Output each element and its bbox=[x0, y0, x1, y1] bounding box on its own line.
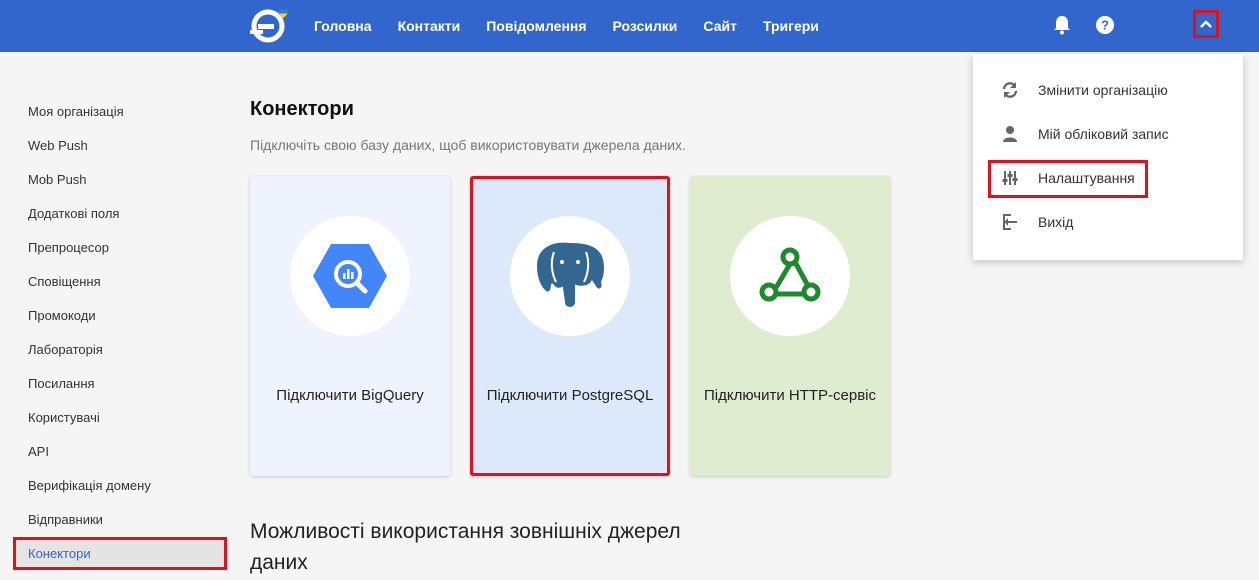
sidebar-item-my-organization[interactable]: Моя організація bbox=[28, 104, 124, 119]
nav-contacts[interactable]: Контакти bbox=[398, 18, 461, 34]
sidebar-item-laboratory[interactable]: Лабораторія bbox=[28, 342, 103, 357]
page-title: Конектори bbox=[250, 98, 354, 120]
account-dropdown-menu: Змінити організацію Мій обліковий запис … bbox=[973, 54, 1243, 260]
postgresql-icon-circle bbox=[510, 216, 630, 336]
nav-home[interactable]: Головна bbox=[314, 18, 372, 34]
nav-messages[interactable]: Повідомлення bbox=[486, 18, 586, 34]
nav-site[interactable]: Сайт bbox=[703, 18, 737, 34]
sidebar-item-links[interactable]: Посилання bbox=[28, 376, 95, 391]
main-nav: Головна Контакти Повідомлення Розсилки С… bbox=[314, 0, 845, 52]
menu-item-label: Налаштування bbox=[1038, 170, 1135, 186]
webhook-icon-circle bbox=[730, 216, 850, 336]
sidebar-item-connectors[interactable]: Конектори bbox=[28, 546, 91, 561]
notification-bell-icon[interactable] bbox=[1051, 14, 1073, 36]
connect-postgresql-label: Підключити PostgreSQL bbox=[486, 387, 654, 404]
nav-triggers[interactable]: Тригери bbox=[763, 18, 819, 34]
connect-postgresql-card[interactable]: Підключити PostgreSQL bbox=[470, 176, 670, 476]
sidebar-item-domain-verification[interactable]: Верифікація домену bbox=[28, 478, 151, 493]
sidebar-item-web-push[interactable]: Web Push bbox=[28, 138, 88, 153]
sidebar-item-users[interactable]: Користувачі bbox=[28, 410, 100, 425]
bigquery-icon-circle bbox=[290, 216, 410, 336]
menu-item-settings[interactable]: Налаштування bbox=[973, 163, 1243, 193]
sync-icon bbox=[1002, 82, 1018, 98]
menu-item-logout[interactable]: Вихід bbox=[973, 207, 1243, 237]
menu-item-change-organization[interactable]: Змінити організацію bbox=[973, 75, 1243, 105]
menu-item-label: Змінити організацію bbox=[1038, 82, 1168, 98]
connect-http-service-card[interactable]: Підключити HTTP-сервіс bbox=[690, 176, 890, 476]
webhook-icon bbox=[759, 247, 821, 302]
bigquery-icon bbox=[313, 244, 387, 308]
sidebar-item-mob-push[interactable]: Mob Push bbox=[28, 172, 87, 187]
sidebar-item-notifications[interactable]: Сповіщення bbox=[28, 274, 101, 289]
section-title: Можливості використання зовнішніх джерел… bbox=[250, 520, 681, 574]
logout-icon bbox=[1003, 214, 1017, 230]
connect-http-service-label: Підключити HTTP-сервіс bbox=[703, 387, 877, 404]
connect-bigquery-card[interactable]: Підключити BigQuery bbox=[250, 176, 450, 476]
chevron-up-icon bbox=[1200, 20, 1212, 28]
menu-item-label: Вихід bbox=[1038, 214, 1074, 230]
sidebar-item-custom-fields[interactable]: Додаткові поля bbox=[28, 206, 119, 221]
sidebar-item-promocodes[interactable]: Промокоди bbox=[28, 308, 96, 323]
logo[interactable] bbox=[250, 8, 300, 44]
svg-text:?: ? bbox=[1101, 18, 1109, 33]
account-menu-toggle[interactable] bbox=[1193, 10, 1219, 38]
help-icon[interactable]: ? bbox=[1095, 15, 1115, 35]
menu-item-label: Мій обліковий запис bbox=[1038, 126, 1169, 142]
nav-mailings[interactable]: Розсилки bbox=[613, 18, 678, 34]
top-navigation-bar: Головна Контакти Повідомлення Розсилки С… bbox=[0, 0, 1259, 52]
sidebar-item-senders[interactable]: Відправники bbox=[28, 512, 103, 527]
sidebar-item-preprocessor[interactable]: Препроцесор bbox=[28, 240, 109, 255]
sidebar-item-api[interactable]: API bbox=[28, 444, 49, 459]
sliders-icon bbox=[1002, 171, 1018, 185]
logo-icon bbox=[250, 8, 288, 43]
page-subtitle: Підключіть свою базу даних, щоб використ… bbox=[250, 137, 686, 153]
person-icon bbox=[1003, 126, 1017, 142]
menu-item-my-account[interactable]: Мій обліковий запис bbox=[973, 119, 1243, 149]
postgresql-elephant-icon bbox=[534, 240, 606, 309]
connect-bigquery-label: Підключити BigQuery bbox=[276, 387, 424, 404]
